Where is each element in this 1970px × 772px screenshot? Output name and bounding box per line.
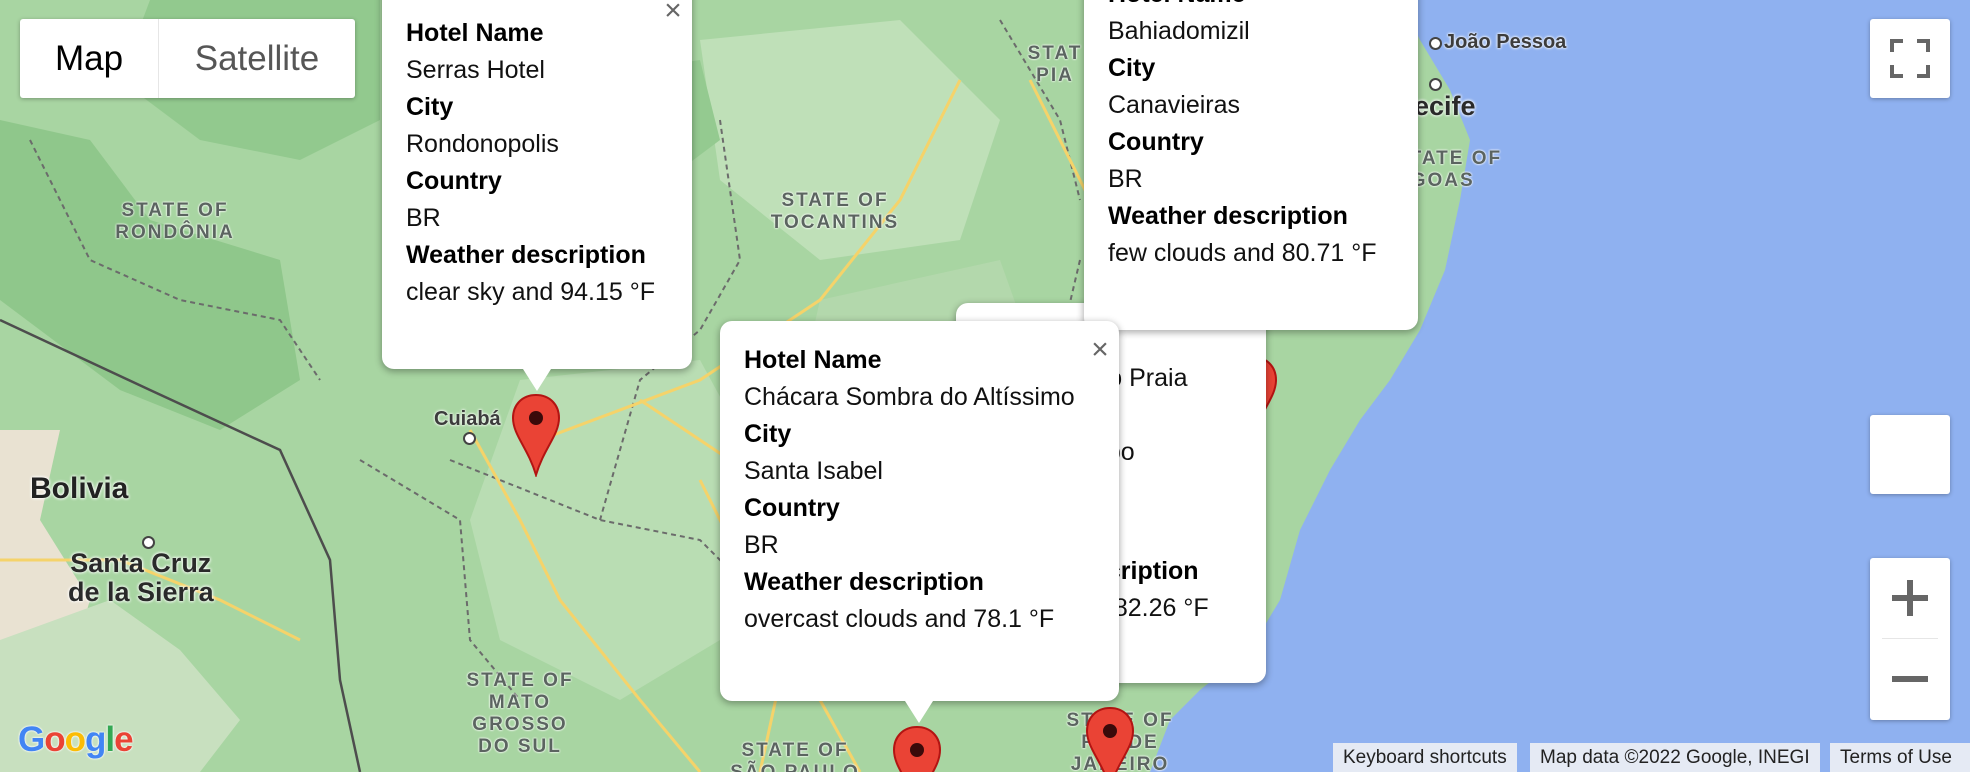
label-joao-pessoa: João Pessoa xyxy=(1444,31,1567,53)
info-window: Hotel Name Bahiadomizil City Canavieiras… xyxy=(1084,0,1418,330)
fullscreen-icon xyxy=(1890,39,1930,78)
city-label: City xyxy=(744,420,792,448)
weather-label: Weather description xyxy=(406,241,646,269)
country-label: Country xyxy=(406,167,502,195)
google-logo[interactable]: Google xyxy=(18,720,134,760)
weather-value: clear sky and 94.15 °F xyxy=(406,278,656,306)
map-data-attribution: Map data ©2022 Google, INEGI xyxy=(1530,743,1820,772)
city-dot-cuiaba xyxy=(463,432,476,445)
hotel-name-value: Serras Hotel xyxy=(406,56,545,84)
country-label: Country xyxy=(744,494,840,522)
zoom-in-button[interactable] xyxy=(1870,558,1950,638)
city-value: Canavieiras xyxy=(1108,91,1241,119)
weather-value: overcast clouds and 78.1 °F xyxy=(744,605,1055,633)
city-value: Rondonopolis xyxy=(406,130,559,158)
label-santa-cruz: Santa Cruz de la Sierra xyxy=(68,548,214,607)
weather-value: few clouds and 80.71 °F xyxy=(1108,239,1377,267)
label-recife: ecife xyxy=(1414,91,1476,121)
zoom-control xyxy=(1870,558,1950,720)
plus-icon xyxy=(1892,580,1928,616)
street-view-pegman-button[interactable] xyxy=(1870,415,1950,494)
country-value: BR xyxy=(406,204,441,232)
hotel-name-label: Hotel Name xyxy=(744,346,882,374)
map-marker[interactable] xyxy=(1085,706,1135,772)
fullscreen-button[interactable] xyxy=(1870,19,1950,98)
hotel-name-label: Hotel Name xyxy=(1108,0,1377,13)
label-state-piaui: STAT PIA xyxy=(1027,43,1083,86)
label-cuiaba: Cuiabá xyxy=(434,408,501,430)
info-window: × Hotel Name Chácara Sombra do Altíssimo… xyxy=(720,321,1119,723)
terms-of-use-link[interactable]: Terms of Use xyxy=(1830,743,1970,772)
label-state-sao-paulo: STATE OF SÃO PAULO xyxy=(730,740,858,772)
minus-icon xyxy=(1892,676,1928,682)
country-value: BR xyxy=(1108,165,1143,193)
country-value: BR xyxy=(744,531,779,559)
info-window: × Hotel Name Serras Hotel City Rondonopo… xyxy=(382,0,692,391)
map-marker[interactable] xyxy=(892,725,942,772)
close-icon[interactable]: × xyxy=(1089,335,1111,365)
city-value: Santa Isabel xyxy=(744,457,883,485)
label-state-tocantins: STATE OF TOCANTINS xyxy=(770,190,900,233)
hotel-name-label: Hotel Name xyxy=(406,19,544,47)
city-dot-joao-pessoa xyxy=(1429,37,1442,50)
city-label: City xyxy=(1108,54,1156,82)
hotel-name-value: Chácara Sombra do Altíssimo xyxy=(744,383,1075,411)
weather-label: Weather description xyxy=(744,568,984,596)
map-canvas[interactable]: STATE OF RONDÔNIA STATE OF TOCANTINS STA… xyxy=(0,0,1970,772)
label-state-rondonia: STATE OF RONDÔNIA xyxy=(115,200,235,243)
info-window-tail xyxy=(905,701,933,723)
close-icon[interactable]: × xyxy=(662,0,684,26)
label-state-mato-grosso-do-sul: STATE OF MATO GROSSO DO SUL xyxy=(466,670,574,757)
zoom-out-button[interactable] xyxy=(1870,639,1950,719)
map-type-control: Map Satellite xyxy=(20,19,355,98)
weather-label: Weather description xyxy=(1108,202,1348,230)
country-label: Country xyxy=(1108,128,1204,156)
city-dot-santa-cruz xyxy=(142,536,155,549)
hotel-name-value: Bahiadomizil xyxy=(1108,17,1250,45)
map-type-satellite-button[interactable]: Satellite xyxy=(159,19,355,98)
keyboard-shortcuts-link[interactable]: Keyboard shortcuts xyxy=(1333,743,1517,772)
map-marker[interactable] xyxy=(511,393,561,477)
info-window-tail xyxy=(523,369,551,391)
city-dot-recife xyxy=(1429,78,1442,91)
city-label: City xyxy=(406,93,454,121)
map-type-map-button[interactable]: Map xyxy=(20,19,159,98)
label-bolivia: Bolivia xyxy=(30,472,129,505)
